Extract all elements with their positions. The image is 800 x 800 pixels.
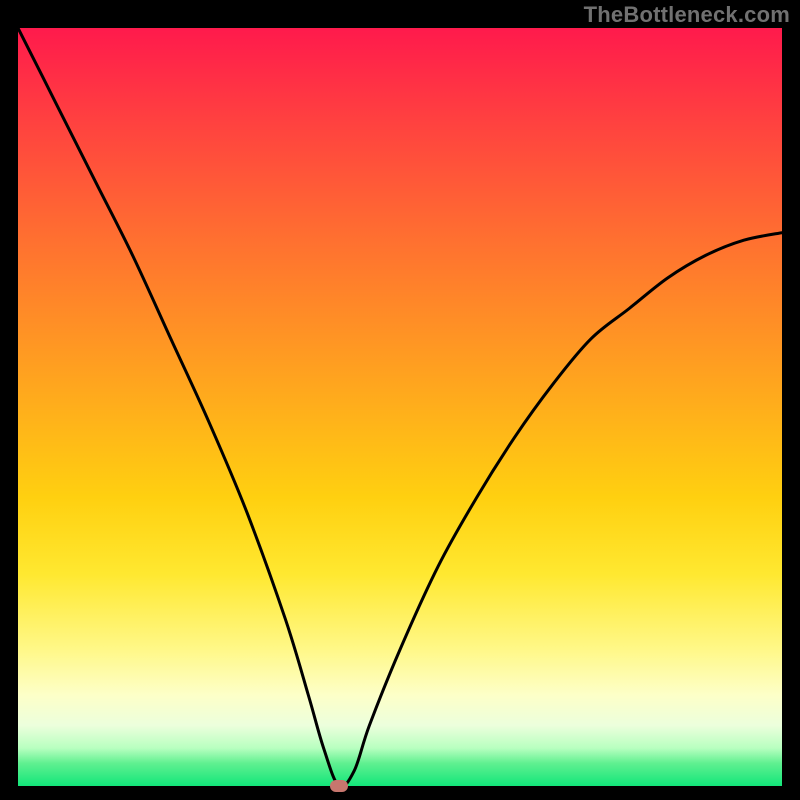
bottleneck-curve bbox=[18, 28, 782, 786]
optimal-point-marker bbox=[330, 780, 348, 792]
plot-area bbox=[18, 28, 782, 786]
chart-frame: TheBottleneck.com bbox=[0, 0, 800, 800]
watermark-text: TheBottleneck.com bbox=[584, 2, 790, 28]
